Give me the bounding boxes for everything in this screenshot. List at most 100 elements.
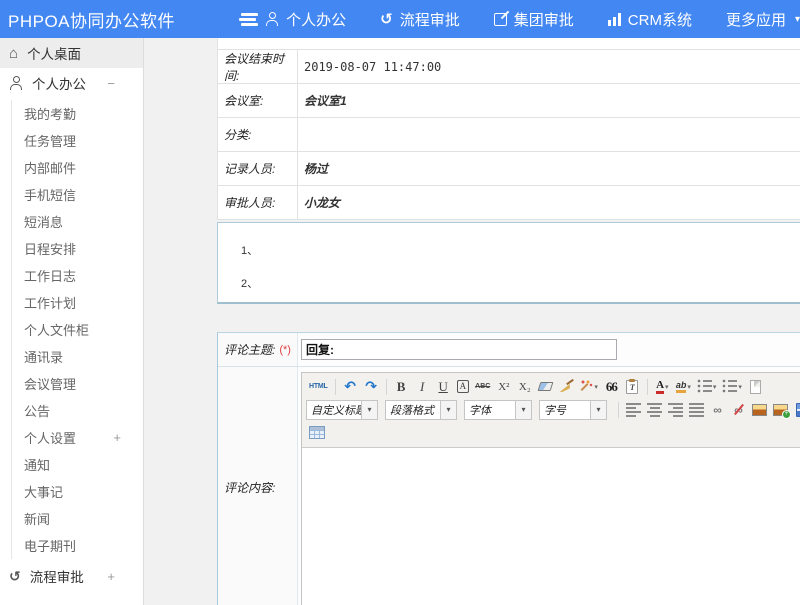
media-icon	[796, 403, 800, 417]
sidebar-item-personal-office[interactable]: 个人办公 −	[0, 68, 143, 98]
sidebar-item-label: 内部邮件	[24, 158, 76, 177]
sidebar-item-work-plan[interactable]: 工作计划	[12, 289, 143, 316]
boxed-a-button[interactable]: A	[457, 380, 470, 393]
expand-icon[interactable]: +	[113, 430, 121, 445]
new-page-button[interactable]	[746, 377, 765, 396]
sidebar-item-work-log[interactable]: 工作日志	[12, 262, 143, 289]
link-button[interactable]: ∞	[708, 400, 727, 419]
nav-group-approval[interactable]: 集团审批	[494, 9, 574, 30]
comment-content-label: 评论内容:	[218, 367, 298, 605]
blockquote-button[interactable]: 66	[602, 377, 621, 396]
subscript-button[interactable]: X₂	[515, 377, 534, 396]
sidebar-item-schedule[interactable]: 日程安排	[12, 235, 143, 262]
field-label: 分类:	[218, 118, 298, 151]
field-value: 小龙女	[298, 186, 800, 219]
sidebar-item-label: 流程审批	[30, 566, 84, 586]
sidebar-item-short-message[interactable]: 短消息	[12, 208, 143, 235]
table-icon	[309, 426, 325, 439]
sidebar-item-announcement[interactable]: 公告	[12, 397, 143, 424]
sidebar-item-label: 新闻	[24, 509, 50, 528]
sidebar-item-task-management[interactable]: 任务管理	[12, 127, 143, 154]
person-icon	[265, 12, 279, 26]
align-left-button[interactable]	[624, 400, 643, 419]
nav-crm-system[interactable]: CRM系统	[608, 9, 692, 30]
align-center-button[interactable]	[645, 400, 664, 419]
ordered-list-icon	[697, 379, 712, 394]
sidebar-item-label: 工作计划	[24, 293, 76, 312]
nav-process-approval[interactable]: ↺ 流程审批	[380, 9, 460, 30]
sidebar-item-internal-mail[interactable]: 内部邮件	[12, 154, 143, 181]
field-value	[298, 118, 800, 151]
sidebar-item-e-journal[interactable]: 电子期刊	[12, 532, 143, 559]
html-source-button[interactable]: HTML	[307, 377, 330, 396]
sidebar-item-personal-files[interactable]: 个人文件柜	[12, 316, 143, 343]
field-label: 会议室:	[218, 84, 298, 117]
autotypeset-button[interactable]: ▾	[578, 377, 600, 396]
nav-personal-office[interactable]: 个人办公	[265, 9, 346, 30]
unlink-button[interactable]: ∞	[729, 400, 748, 419]
sidebar-item-news[interactable]: 新闻	[12, 505, 143, 532]
format-brush-button[interactable]	[557, 377, 576, 396]
highlight-button[interactable]: ab▾	[674, 377, 693, 396]
comment-subject-input[interactable]	[301, 339, 617, 360]
nav-more-apps[interactable]: 更多应用 ▾	[726, 9, 800, 30]
justify-button[interactable]	[687, 400, 706, 419]
caret-down-icon: ▾	[361, 401, 377, 419]
sidebar-item-my-attendance[interactable]: 我的考勤	[12, 100, 143, 127]
sidebar-submenu: 我的考勤 任务管理 内部邮件 手机短信 短消息 日程安排 工作日志 工作计划 个…	[11, 100, 143, 559]
insert-image-button[interactable]	[771, 400, 790, 419]
sidebar-item-personal-desktop[interactable]: ⌂ 个人桌面	[0, 38, 143, 68]
editor-content-area[interactable]	[302, 448, 800, 605]
paragraph-format-dropdown[interactable]: 段落格式▾	[385, 400, 457, 420]
italic-button[interactable]: I	[413, 377, 432, 396]
caret-down-icon: ▾	[713, 383, 717, 391]
justify-icon	[689, 402, 704, 417]
dropdown-label: 自定义标题	[307, 402, 361, 418]
align-right-button[interactable]	[666, 400, 685, 419]
app-logo: PHPOA协同办公软件	[0, 7, 175, 32]
comment-subject-label: 评论主题: (*)	[218, 333, 298, 366]
table-row: 审批人员: 小龙女	[218, 186, 800, 220]
ordered-list-button[interactable]: ▾	[695, 377, 719, 396]
redo-button[interactable]: ↷	[362, 377, 381, 396]
dropdown-label: 字号	[540, 402, 590, 418]
sidebar-item-label: 通知	[24, 455, 50, 474]
insert-image-icon	[773, 404, 788, 416]
media-button[interactable]	[792, 400, 800, 419]
sidebar-item-meeting-management[interactable]: 会议管理	[12, 370, 143, 397]
sidebar-item-notification[interactable]: 通知	[12, 451, 143, 478]
sidebar-item-contacts[interactable]: 通讯录	[12, 343, 143, 370]
sidebar-item-process-approval[interactable]: ↺ 流程审批 +	[0, 561, 143, 591]
superscript-button[interactable]: X²	[494, 377, 513, 396]
nav-label: 集团审批	[514, 9, 574, 30]
unordered-list-button[interactable]: ▾	[720, 377, 744, 396]
sidebar-item-mobile-sms[interactable]: 手机短信	[12, 181, 143, 208]
top-navigation: 个人办公 ↺ 流程审批 集团审批 CRM系统 更多应用 ▾	[265, 9, 800, 30]
eraser-button[interactable]	[536, 377, 555, 396]
field-label: 会议结束时间:	[218, 50, 298, 83]
expand-icon[interactable]: +	[107, 569, 115, 584]
sidebar-item-label: 我的考勤	[24, 104, 76, 123]
sidebar-item-memorabilia[interactable]: 大事记	[12, 478, 143, 505]
field-label: 评论内容:	[224, 479, 275, 496]
table-button[interactable]	[307, 423, 327, 442]
heading-style-dropdown[interactable]: 自定义标题▾	[306, 400, 378, 420]
sidebar-item-label: 工作日志	[24, 266, 76, 285]
font-color-button[interactable]: A▾	[653, 377, 672, 396]
align-left-icon	[626, 402, 641, 417]
font-size-dropdown[interactable]: 字号▾	[539, 400, 607, 420]
undo-button[interactable]: ↶	[341, 377, 360, 396]
underline-button[interactable]: U	[434, 377, 453, 396]
font-color-icon: A	[656, 380, 664, 394]
bold-button[interactable]: B	[392, 377, 411, 396]
table-row: 记录人员: 杨过	[218, 152, 800, 186]
strikethrough-button[interactable]: ABC	[473, 377, 492, 396]
collapse-icon[interactable]: −	[107, 76, 115, 91]
clipboard-icon	[626, 380, 638, 394]
paste-as-text-button[interactable]	[623, 377, 642, 396]
sidebar-item-label: 个人设置	[24, 428, 76, 447]
sidebar-item-label: 个人文件柜	[24, 320, 89, 339]
sidebar-item-personal-settings[interactable]: 个人设置 +	[12, 424, 143, 451]
font-family-dropdown[interactable]: 字体▾	[464, 400, 532, 420]
image-button[interactable]	[750, 400, 769, 419]
